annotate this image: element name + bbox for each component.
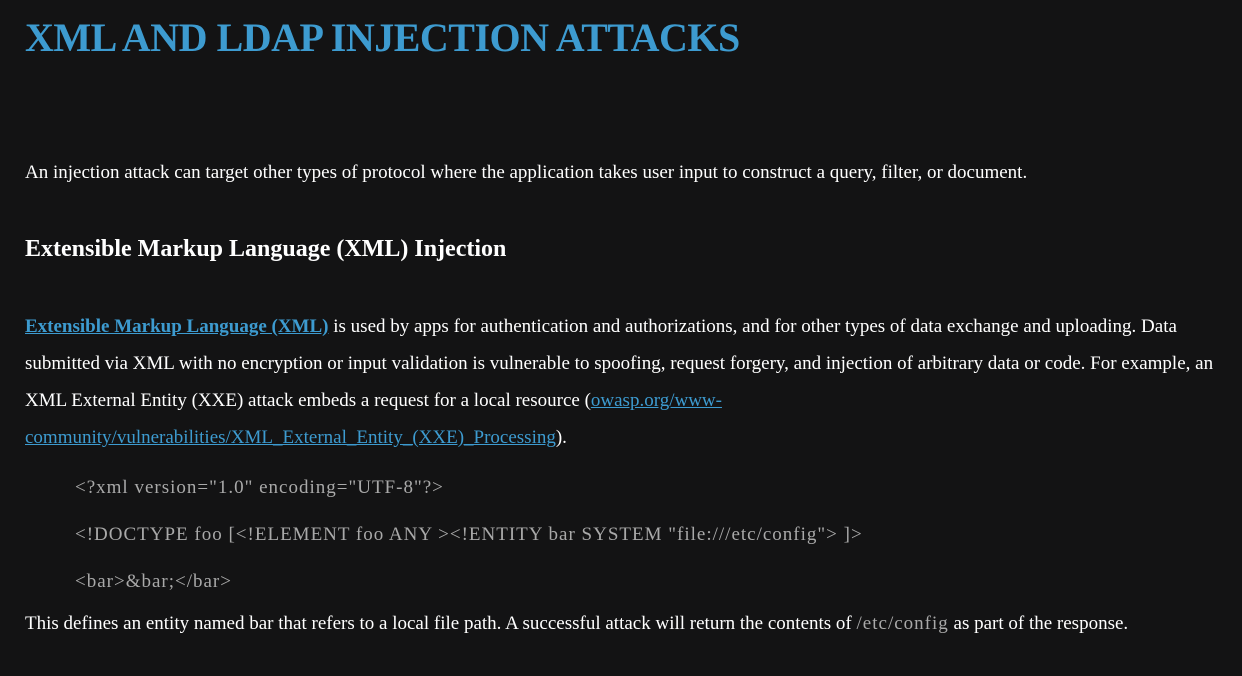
- code-line: <?xml version="1.0" encoding="UTF-8"?>: [75, 477, 444, 498]
- explanation-text-end: as part of the response.: [948, 613, 1129, 634]
- page-title: XML AND LDAP INJECTION ATTACKS: [25, 15, 740, 60]
- explanation-text: This defines an entity named bar that re…: [25, 613, 857, 634]
- section-heading: Extensible Markup Language (XML) Injecti…: [25, 236, 507, 262]
- xml-paragraph: Extensible Markup Language (XML) is used…: [25, 308, 1217, 456]
- inline-code-path: /etc/config: [856, 613, 949, 634]
- code-line: <!DOCTYPE foo [<!ELEMENT foo ANY ><!ENTI…: [75, 524, 863, 545]
- xml-definition-link[interactable]: Extensible Markup Language (XML): [25, 316, 329, 337]
- document-page: XML AND LDAP INJECTION ATTACKS An inject…: [0, 0, 1242, 642]
- xml-paragraph-end: ).: [555, 427, 567, 448]
- intro-paragraph: An injection attack can target other typ…: [25, 162, 1028, 183]
- code-block: <?xml version="1.0" encoding="UTF-8"?> <…: [25, 464, 1217, 605]
- code-line: <bar>&bar;</bar>: [75, 571, 232, 592]
- explanation-paragraph: This defines an entity named bar that re…: [25, 605, 1217, 642]
